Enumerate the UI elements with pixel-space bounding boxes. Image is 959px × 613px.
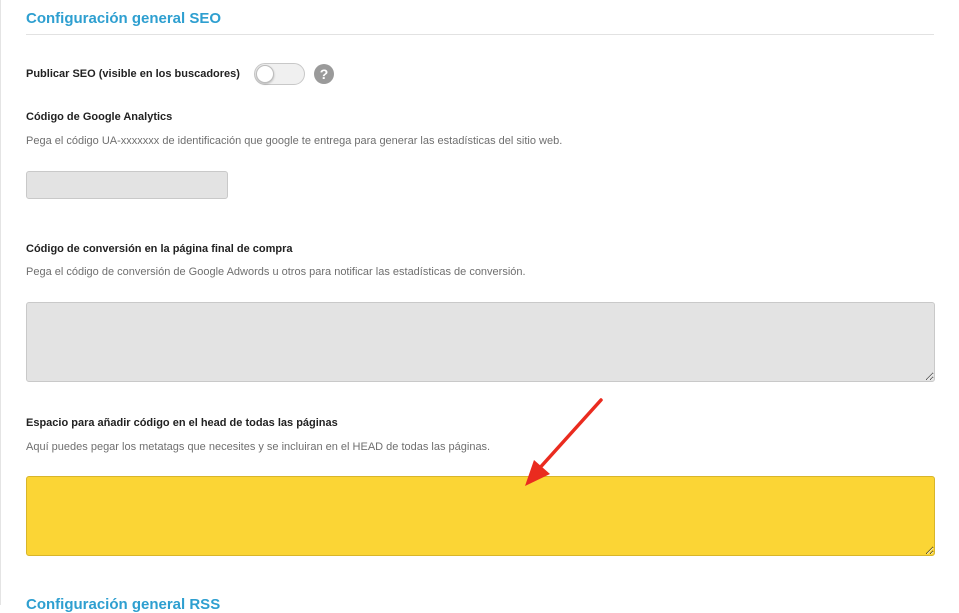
- head-code-help-text: Aquí puedes pegar los metatags que neces…: [26, 441, 491, 453]
- analytics-help-text: Pega el código UA-xxxxxxx de identificac…: [26, 135, 563, 147]
- seo-section-title: Configuración general SEO: [26, 10, 222, 27]
- conversion-code-textarea[interactable]: [26, 302, 935, 382]
- panel-left-border: [0, 0, 1, 605]
- toggle-knob: [256, 65, 274, 83]
- question-mark-icon[interactable]: ?: [314, 64, 334, 84]
- conversion-help-text: Pega el código de conversión de Google A…: [26, 266, 526, 278]
- publish-seo-toggle[interactable]: [254, 63, 305, 85]
- publish-seo-label: Publicar SEO (visible en los buscadores): [26, 68, 240, 80]
- head-code-label: Espacio para añadir código en el head de…: [26, 417, 338, 429]
- conversion-label: Código de conversión en la página final …: [26, 243, 293, 255]
- analytics-input[interactable]: [26, 171, 228, 199]
- analytics-label: Código de Google Analytics: [26, 111, 173, 123]
- section-divider: [26, 34, 934, 35]
- head-code-textarea[interactable]: [26, 476, 935, 556]
